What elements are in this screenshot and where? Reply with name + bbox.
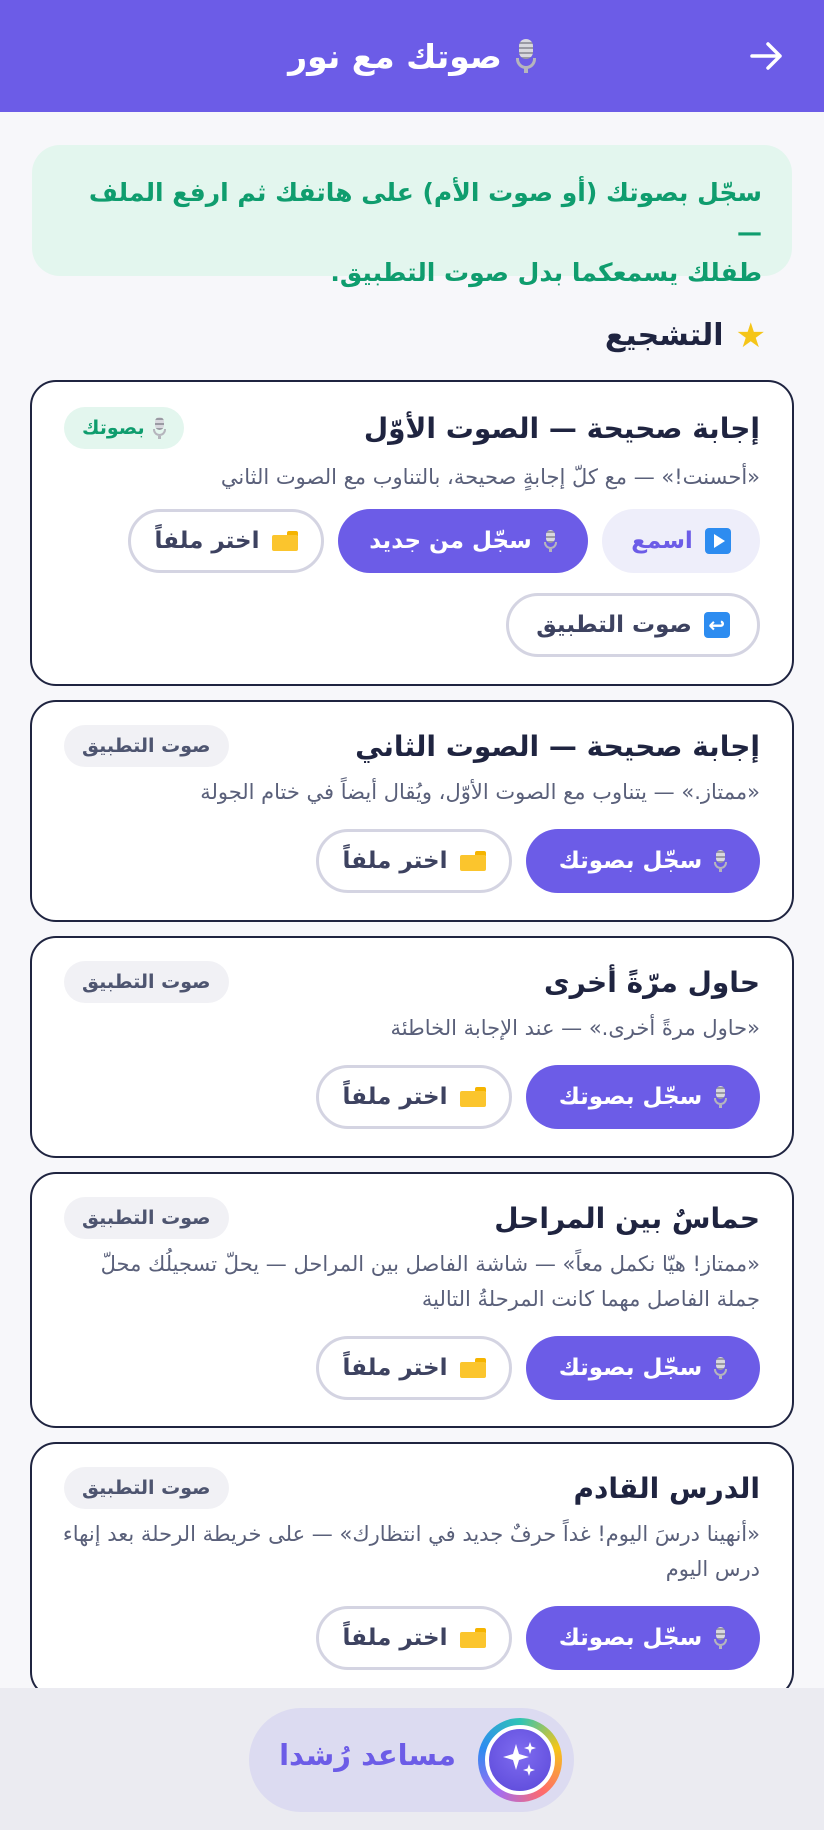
page-title-text: صوتك مع نور — [288, 36, 502, 76]
choose-file-button[interactable]: اختر ملفاً — [316, 829, 512, 893]
microphone-icon — [543, 530, 557, 552]
assistant-avatar — [478, 1718, 562, 1802]
card-description: «حاول مرةً أخرى.» — عند الإجابة الخاطئة — [390, 1016, 760, 1040]
microphone-icon — [714, 1627, 728, 1649]
card-description: «أنهينا درسَ اليوم! غداً حرفٌ جديد في ان… — [62, 1522, 760, 1581]
microphone-icon — [714, 1086, 728, 1108]
section-title-text: التشجيع — [604, 318, 724, 353]
card-title: الدرس القادم — [573, 1472, 760, 1505]
listen-button-label: اسمع — [631, 528, 693, 554]
card-title: إجابة صحيحة — الصوت الثاني — [355, 730, 760, 763]
play-icon — [704, 528, 731, 554]
status-badge: صوت التطبيق — [64, 961, 229, 1003]
record-button-label: سجّل بصوتك — [558, 1625, 703, 1651]
card-description: «أحسنت!» — مع كلّ إجابةٍ صحيحة، بالتناوب… — [220, 465, 760, 489]
assistant-label: مساعد رُشدا — [279, 1738, 456, 1772]
record-button[interactable]: سجّل بصوتك — [526, 1065, 760, 1129]
folder-icon — [459, 1358, 486, 1378]
microphone-icon — [152, 417, 166, 439]
status-badge-label: بصوتك — [82, 417, 145, 439]
info-line-2: طفلك يسمعكما بدل صوت التطبيق. — [330, 258, 762, 287]
card-title: حماسٌ بين المراحل — [494, 1202, 760, 1235]
record-button[interactable]: سجّل بصوتك — [526, 1336, 760, 1400]
status-badge: صوت التطبيق — [64, 725, 229, 767]
microphone-icon — [515, 39, 536, 73]
rerecord-button[interactable]: سجّل من جديد — [338, 509, 588, 573]
choose-file-button-label: اختر ملفاً — [342, 1625, 448, 1651]
choose-file-button[interactable]: اختر ملفاً — [316, 1606, 512, 1670]
choose-file-button[interactable]: اختر ملفاً — [316, 1065, 512, 1129]
info-line-1: سجّل بصوتك (أو صوت الأم) على هاتفك ثم ار… — [88, 178, 762, 247]
record-button-label: سجّل بصوتك — [558, 848, 703, 874]
app-header: صوتك مع نور — [0, 0, 824, 112]
info-banner: سجّل بصوتك (أو صوت الأم) على هاتفك ثم ار… — [32, 145, 792, 287]
voice-card-correct-1: إجابة صحيحة — الصوت الأوّل بصوتك «أحسنت!… — [30, 380, 794, 686]
record-button[interactable]: سجّل بصوتك — [526, 829, 760, 893]
voice-card-next-lesson: الدرس القادم صوت التطبيق «أنهينا درسَ ال… — [30, 1442, 794, 1698]
arrow-right-icon[interactable] — [748, 38, 784, 74]
card-title: إجابة صحيحة — الصوت الأوّل — [363, 412, 760, 445]
record-button-label: سجّل بصوتك — [558, 1355, 703, 1381]
voice-card-correct-2: إجابة صحيحة — الصوت الثاني صوت التطبيق «… — [30, 700, 794, 922]
choose-file-button[interactable]: اختر ملفاً — [316, 1336, 512, 1400]
assistant-button[interactable]: مساعد رُشدا — [249, 1708, 574, 1812]
status-badge: بصوتك — [64, 407, 184, 449]
microphone-icon — [714, 1357, 728, 1379]
card-title: حاول مرّةً أخرى — [543, 966, 760, 999]
revert-app-voice-button[interactable]: ↩ صوت التطبيق — [506, 593, 760, 657]
revert-button-label: صوت التطبيق — [536, 612, 692, 638]
folder-icon — [459, 851, 486, 871]
status-badge: صوت التطبيق — [64, 1197, 229, 1239]
section-title: ★ التشجيع — [605, 318, 766, 353]
folder-icon — [271, 531, 298, 551]
card-description: «ممتاز! هيّا نكمل معاً» — شاشة الفاصل بي… — [100, 1252, 760, 1311]
choose-file-button-label: اختر ملفاً — [342, 848, 448, 874]
voice-card-try-again: حاول مرّةً أخرى صوت التطبيق «حاول مرةً أ… — [30, 936, 794, 1158]
choose-file-button-label: اختر ملفاً — [342, 1084, 448, 1110]
folder-icon — [459, 1628, 486, 1648]
status-badge: صوت التطبيق — [64, 1467, 229, 1509]
choose-file-button[interactable]: اختر ملفاً — [128, 509, 324, 573]
voice-card-between-stages: حماسٌ بين المراحل صوت التطبيق «ممتاز! هي… — [30, 1172, 794, 1428]
choose-file-button-label: اختر ملفاً — [342, 1355, 448, 1381]
microphone-icon — [714, 850, 728, 872]
page-title: صوتك مع نور — [288, 37, 536, 76]
rerecord-button-label: سجّل من جديد — [369, 528, 532, 554]
record-button[interactable]: سجّل بصوتك — [526, 1606, 760, 1670]
card-description: «ممتاز.» — يتناوب مع الصوت الأوّل، ويُقا… — [200, 780, 760, 804]
folder-icon — [459, 1087, 486, 1107]
sparkles-icon — [503, 1742, 536, 1776]
return-icon: ↩ — [703, 612, 730, 638]
record-button-label: سجّل بصوتك — [558, 1084, 703, 1110]
choose-file-button-label: اختر ملفاً — [154, 528, 260, 554]
listen-button[interactable]: اسمع — [602, 509, 760, 573]
star-icon: ★ — [735, 315, 766, 356]
